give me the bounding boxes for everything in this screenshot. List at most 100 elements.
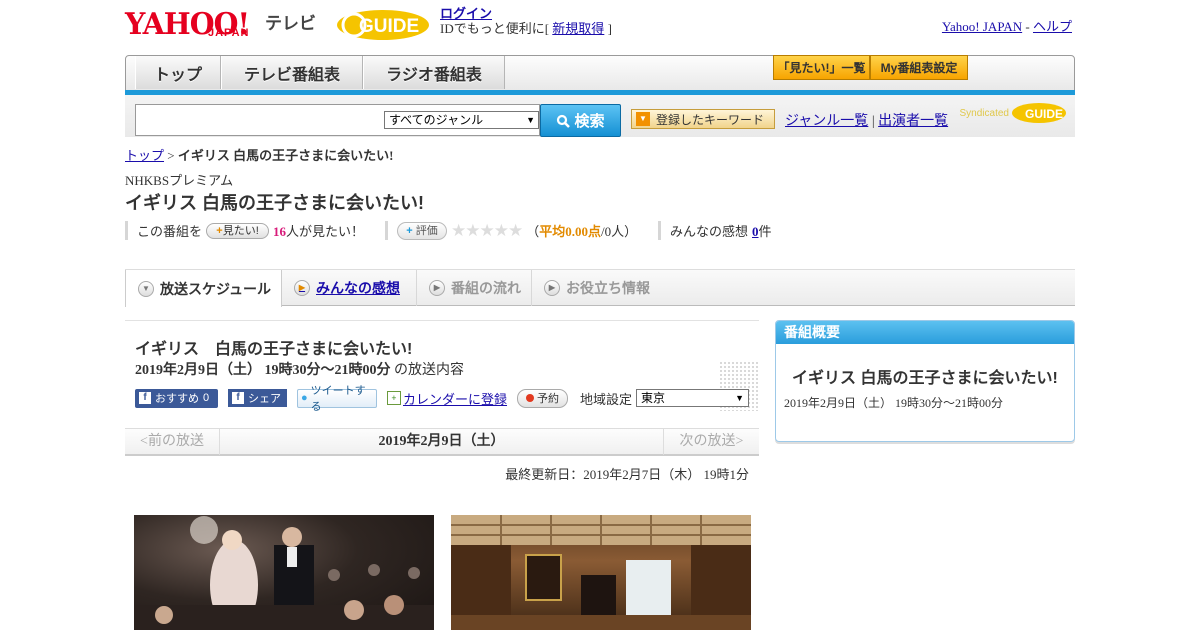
nav-tab-tv[interactable]: テレビ番組表 [221, 56, 363, 89]
facebook-share-button[interactable]: f シェア [228, 389, 287, 407]
share-row: f おすすめ 0 f シェア ● ツイートする + カレンダーに登録 予約 地域… [135, 385, 750, 413]
kanso-section: みんなの感想 0件 [658, 221, 772, 240]
chevron-down-icon: ▼ [138, 280, 154, 297]
syndicated-text: Syndicated [959, 107, 1009, 119]
site-header: YAHOO! JAPAN テレビ GUIDE ログイン IDでもっと便利に[ 新… [125, 5, 1075, 47]
chevron-right-icon: ▶ [544, 280, 560, 296]
gguide-logo-text: GUIDE [359, 16, 419, 37]
facebook-share-label: シェア [248, 393, 281, 405]
kanso-suffix: 件 [758, 224, 772, 239]
chevron-right-icon: ▶ [429, 280, 445, 296]
channel-name: NHKBSプレミアム [125, 173, 234, 188]
mitai-count: 16 [273, 224, 287, 239]
rating-average: 平均0.00点 [539, 224, 601, 239]
search-button-label: 検索 [574, 113, 605, 130]
region-select[interactable]: 東京 ▼ [636, 389, 750, 407]
calendar-icon: + [387, 391, 401, 405]
login-text: IDでもっと便利に[ [440, 21, 550, 36]
tab-flow: ▶ 番組の流れ [417, 270, 532, 306]
tweet-button-label: ツイートする [310, 385, 366, 413]
facebook-icon: f [139, 392, 151, 404]
header-links: Yahoo! JAPAN - ヘルプ [942, 16, 1072, 35]
region-label: 地域設定 [580, 391, 633, 407]
search-links: ジャンル一覧 | 出演者一覧 [785, 110, 948, 130]
episode-header: イギリス 白馬の王子さまに会いたい! 2019年2月9日（土） 19時30分～2… [125, 320, 759, 413]
gguide-small-logo: GUIDE [1012, 103, 1066, 123]
ballroom-image [134, 516, 434, 630]
mitai-section: この番組を +見たい! 16人が見たい！ [125, 221, 364, 240]
next-broadcast-link[interactable]: 次の放送> [663, 429, 759, 455]
facebook-recommend-button[interactable]: f おすすめ 0 [135, 388, 218, 408]
broadcast-pager: <前の放送 2019年2月9日（土） 次の放送> [125, 428, 759, 456]
login-box: ログイン IDでもっと便利に[ 新規取得 ] [440, 6, 612, 36]
mitai-list-button[interactable]: 「見たい!」一覧 [773, 55, 870, 80]
episode-time-suffix: の放送内容 [394, 363, 464, 378]
performer-list-link[interactable]: 出演者一覧 [878, 114, 948, 129]
reserve-button-label: 予約 [537, 393, 560, 405]
signup-link[interactable]: 新規取得 [552, 21, 604, 36]
tweet-button[interactable]: ● ツイートする [297, 385, 377, 413]
facebook-icon: f [232, 392, 244, 404]
triangle-down-icon: ▼ [636, 112, 650, 126]
mitai-prefix: この番組を [137, 224, 203, 239]
facebook-recommend-label: おすすめ [155, 393, 199, 405]
my-bangumi-button[interactable]: My番組表設定 [870, 55, 968, 80]
login-link[interactable]: ログイン [440, 6, 492, 21]
last-updated: 最終更新日：2019年2月7日（木） 19時1分 [505, 467, 749, 482]
keyword-button[interactable]: ▼ 登録したキーワード [631, 109, 775, 129]
plus-icon: + [406, 224, 413, 237]
mitai-button[interactable]: +見たい! [206, 222, 270, 239]
page-title: イギリス 白馬の王子さまに会いたい! [125, 193, 424, 213]
overview-panel: 番組概要 イギリス 白馬の王子さまに会いたい! 2019年2月9日（土） 19時… [775, 320, 1075, 442]
program-photo-library[interactable] [451, 515, 751, 630]
episode-time-value: 2019年2月9日（土） 19時30分～21時00分 [135, 363, 391, 378]
program-meta: この番組を +見たい! 16人が見たい！ + 評価 ★★★★★ （平均0.00点… [125, 221, 825, 241]
tab-schedule[interactable]: ▼ 放送スケジュール [125, 270, 282, 307]
overview-time: 2019年2月9日（土） 19時30分～21時00分 [784, 396, 1004, 410]
nav-tab-top[interactable]: トップ [135, 56, 221, 89]
login-close: ] [607, 21, 612, 36]
breadcrumb-top-link[interactable]: トップ [125, 148, 164, 163]
library-image [451, 515, 751, 630]
program-tabs: ▼ 放送スケジュール ▶ みんなの感想 ▶ 番組の流れ ▶ お役立ち情報 [125, 269, 1075, 307]
header-separator: - [1025, 19, 1030, 34]
syndicated-gguide-logo: Syndicated GUIDE [960, 102, 1067, 124]
kanso-prefix: みんなの感想 [670, 224, 749, 239]
rating-section: + 評価 ★★★★★ （平均0.00点/0人） [385, 221, 637, 240]
gguide-small-logo-text: GUIDE [1025, 107, 1063, 121]
calendar-register-link[interactable]: カレンダーに登録 [403, 389, 507, 408]
record-icon [526, 394, 535, 402]
breadcrumb: トップ > イギリス 白馬の王子さまに会いたい! [125, 145, 393, 164]
breadcrumb-current: イギリス 白馬の王子さまに会いたい! [177, 148, 394, 163]
mitai-suffix: 人が見たい！ [286, 224, 365, 239]
rate-button-label: 評価 [415, 224, 438, 237]
keyword-button-label: 登録したキーワード [656, 112, 765, 127]
yahoo-japan-logo-text: JAPAN [208, 27, 250, 39]
tv-logo-text[interactable]: テレビ [265, 9, 316, 34]
region-setting: 地域設定 東京 ▼ [580, 389, 750, 408]
episode-time: 2019年2月9日（土） 19時30分～21時00分 の放送内容 [135, 359, 464, 379]
overview-heading: 番組概要 [776, 321, 1074, 344]
help-link[interactable]: ヘルプ [1033, 19, 1072, 34]
twitter-icon: ● [301, 392, 308, 404]
prev-broadcast-link[interactable]: <前の放送 [125, 429, 220, 455]
reserve-button[interactable]: 予約 [517, 388, 569, 408]
overview-title: イギリス 白馬の王子さまに会いたい! [792, 370, 1058, 387]
nav-tab-radio[interactable]: ラジオ番組表 [363, 56, 505, 89]
search-icon [557, 114, 571, 128]
rating-stars: ★★★★★ [451, 220, 523, 240]
program-photo-ballroom[interactable] [134, 515, 434, 630]
breadcrumb-separator: > [167, 148, 175, 163]
rate-button[interactable]: + 評価 [397, 221, 447, 240]
genre-select[interactable]: すべてのジャンル ▼ [384, 111, 539, 129]
tab-kanso[interactable]: ▶ みんなの感想 [282, 270, 417, 306]
tab-flow-label: 番組の流れ [451, 280, 521, 296]
region-select-value: 東京 [641, 391, 666, 405]
calendar-register[interactable]: + カレンダーに登録 [387, 389, 507, 408]
tab-schedule-label: 放送スケジュール [160, 280, 272, 297]
tab-info: ▶ お役立ち情報 [532, 270, 667, 306]
search-button[interactable]: 検索 [540, 104, 621, 137]
yahoo-japan-link[interactable]: Yahoo! JAPAN [942, 19, 1022, 34]
link-separator: | [871, 114, 875, 129]
genre-list-link[interactable]: ジャンル一覧 [785, 114, 868, 129]
